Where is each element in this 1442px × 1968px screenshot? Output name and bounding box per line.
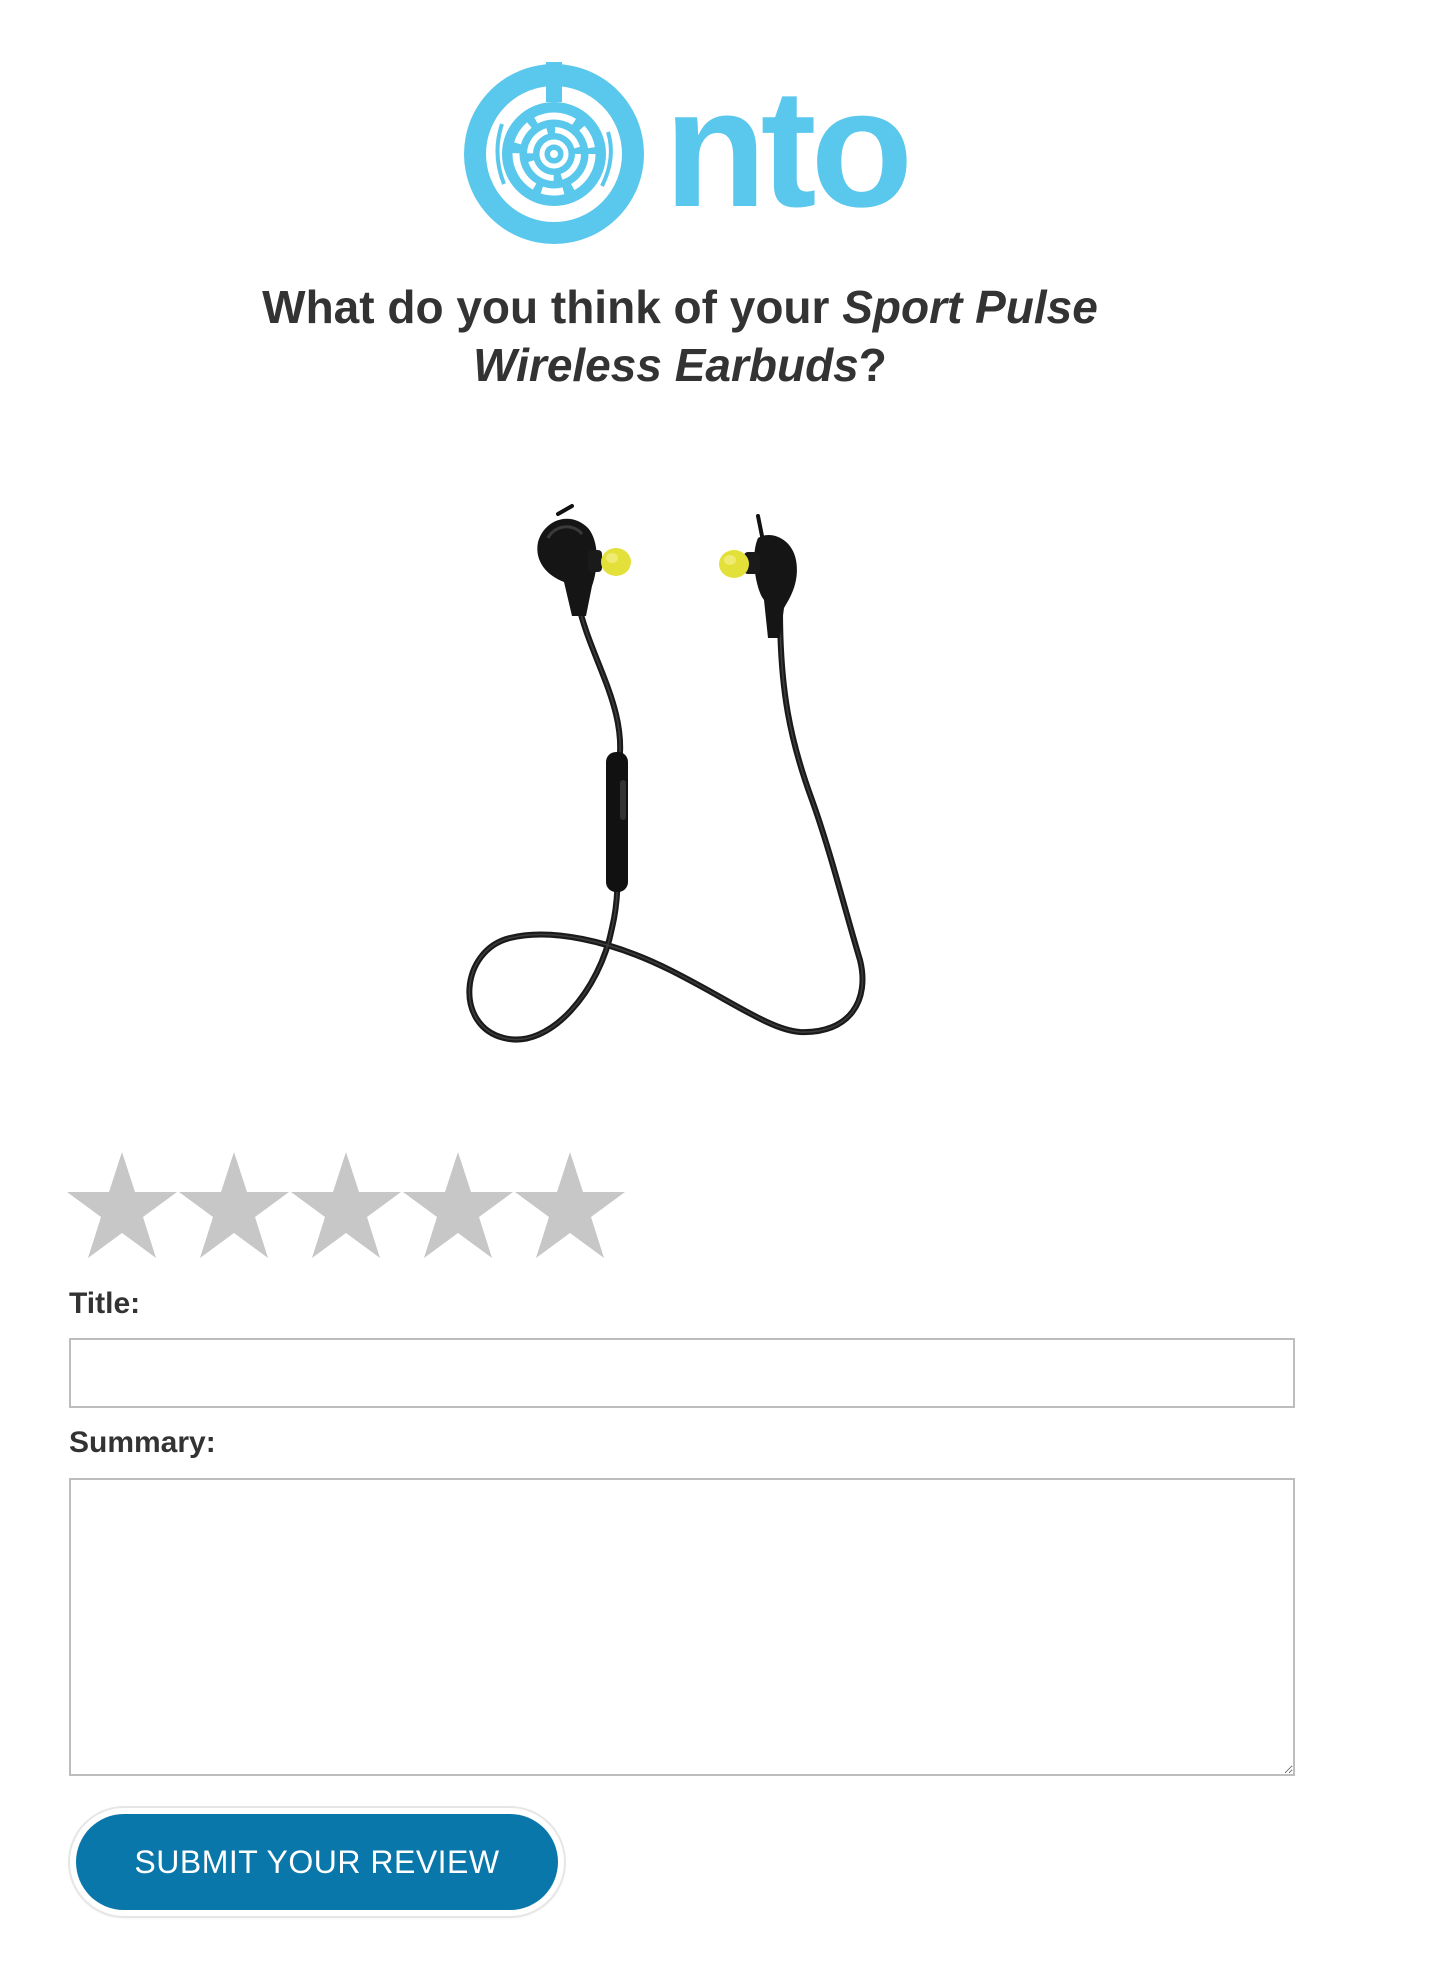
star-icon-4[interactable] [402, 1148, 514, 1264]
title-input[interactable] [69, 1338, 1295, 1408]
title-prefix: What do you think of your [262, 281, 843, 333]
star-icon-2[interactable] [178, 1148, 290, 1264]
wireless-earbuds-image [466, 504, 866, 1043]
star-icon [515, 1152, 625, 1258]
summary-textarea[interactable] [69, 1478, 1295, 1776]
star-icon [403, 1152, 513, 1258]
star-icon-1[interactable] [66, 1148, 178, 1264]
star-icon [291, 1152, 401, 1258]
nto-logo: nto [462, 56, 913, 246]
title-suffix: ? [858, 339, 887, 391]
star-icon-5[interactable] [514, 1148, 626, 1264]
star-icon-3[interactable] [290, 1148, 402, 1264]
product-image [440, 490, 920, 1070]
nto-circle-logo-icon [464, 62, 644, 244]
summary-label: Summary: [69, 1426, 216, 1459]
title-label: Title: [69, 1287, 141, 1320]
star-icon [179, 1152, 289, 1258]
submit-button-container: SUBMIT YOUR REVIEW [70, 1808, 564, 1916]
star-rating[interactable] [66, 1148, 626, 1264]
page-title: What do you think of your Sport Pulse Wi… [180, 278, 1180, 394]
logo-wordmark: nto [664, 54, 913, 242]
submit-review-button[interactable]: SUBMIT YOUR REVIEW [76, 1814, 558, 1910]
star-icon [67, 1152, 177, 1258]
